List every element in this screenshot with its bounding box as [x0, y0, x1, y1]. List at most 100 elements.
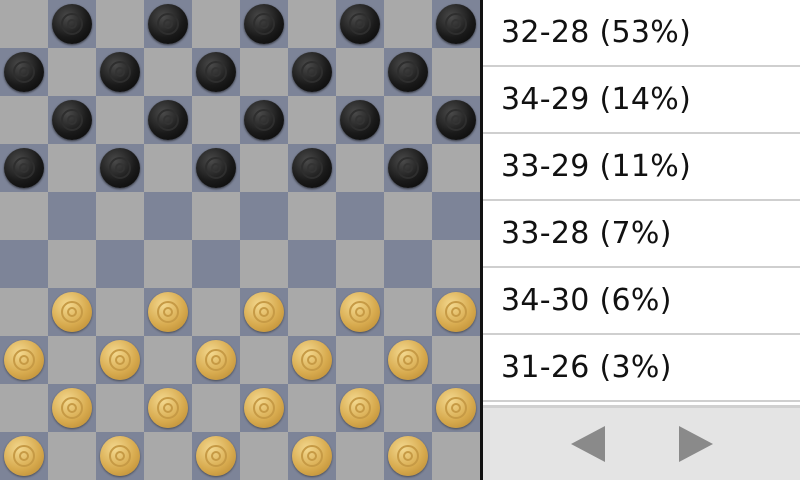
black-checker-piece[interactable] [244, 100, 284, 140]
next-button[interactable] [641, 408, 751, 480]
black-checker-piece[interactable] [340, 100, 380, 140]
dark-square[interactable] [192, 336, 240, 384]
move-item[interactable]: 33-28 (7%) [483, 201, 800, 268]
white-checker-piece[interactable] [436, 292, 476, 332]
black-checker-piece[interactable] [196, 52, 236, 92]
white-checker-piece[interactable] [100, 340, 140, 380]
dark-square[interactable] [192, 240, 240, 288]
black-checker-piece[interactable] [52, 100, 92, 140]
dark-square[interactable] [240, 0, 288, 48]
dark-square[interactable] [384, 48, 432, 96]
black-checker-piece[interactable] [100, 148, 140, 188]
dark-square[interactable] [384, 432, 432, 480]
black-checker-piece[interactable] [436, 100, 476, 140]
white-checker-piece[interactable] [196, 436, 236, 476]
dark-square[interactable] [48, 192, 96, 240]
move-item[interactable]: 32-28 (53%) [483, 0, 800, 67]
white-checker-piece[interactable] [52, 292, 92, 332]
dark-square[interactable] [96, 240, 144, 288]
black-checker-piece[interactable] [292, 148, 332, 188]
dark-square[interactable] [0, 144, 48, 192]
black-checker-piece[interactable] [292, 52, 332, 92]
white-checker-piece[interactable] [196, 340, 236, 380]
dark-square[interactable] [144, 288, 192, 336]
move-item[interactable]: 34-30 (6%) [483, 268, 800, 335]
dark-square[interactable] [432, 96, 480, 144]
black-checker-piece[interactable] [388, 52, 428, 92]
dark-square[interactable] [288, 48, 336, 96]
checkers-board[interactable] [0, 0, 480, 480]
dark-square[interactable] [48, 96, 96, 144]
dark-square[interactable] [240, 384, 288, 432]
white-checker-piece[interactable] [244, 292, 284, 332]
dark-square[interactable] [384, 144, 432, 192]
dark-square[interactable] [96, 48, 144, 96]
dark-square[interactable] [432, 384, 480, 432]
dark-square[interactable] [48, 384, 96, 432]
dark-square[interactable] [0, 432, 48, 480]
previous-button[interactable] [533, 408, 643, 480]
white-checker-piece[interactable] [100, 436, 140, 476]
dark-square[interactable] [144, 384, 192, 432]
move-item[interactable]: 34-29 (14%) [483, 67, 800, 134]
white-checker-piece[interactable] [292, 436, 332, 476]
dark-square[interactable] [144, 0, 192, 48]
white-checker-piece[interactable] [292, 340, 332, 380]
dark-square[interactable] [96, 336, 144, 384]
black-checker-piece[interactable] [148, 4, 188, 44]
dark-square[interactable] [336, 96, 384, 144]
dark-square[interactable] [96, 144, 144, 192]
dark-square[interactable] [288, 336, 336, 384]
white-checker-piece[interactable] [436, 388, 476, 428]
white-checker-piece[interactable] [244, 388, 284, 428]
black-checker-piece[interactable] [436, 4, 476, 44]
dark-square[interactable] [144, 192, 192, 240]
black-checker-piece[interactable] [4, 52, 44, 92]
dark-square[interactable] [192, 432, 240, 480]
white-checker-piece[interactable] [52, 388, 92, 428]
black-checker-piece[interactable] [100, 52, 140, 92]
black-checker-piece[interactable] [244, 4, 284, 44]
dark-square[interactable] [96, 432, 144, 480]
white-checker-piece[interactable] [4, 340, 44, 380]
dark-square[interactable] [288, 432, 336, 480]
dark-square[interactable] [384, 336, 432, 384]
dark-square[interactable] [432, 0, 480, 48]
dark-square[interactable] [384, 240, 432, 288]
black-checker-piece[interactable] [388, 148, 428, 188]
dark-square[interactable] [0, 240, 48, 288]
dark-square[interactable] [192, 144, 240, 192]
white-checker-piece[interactable] [340, 388, 380, 428]
dark-square[interactable] [240, 288, 288, 336]
black-checker-piece[interactable] [340, 4, 380, 44]
black-checker-piece[interactable] [52, 4, 92, 44]
dark-square[interactable] [432, 288, 480, 336]
white-checker-piece[interactable] [4, 436, 44, 476]
dark-square[interactable] [0, 48, 48, 96]
dark-square[interactable] [288, 240, 336, 288]
move-item[interactable]: 33-29 (11%) [483, 134, 800, 201]
dark-square[interactable] [432, 192, 480, 240]
white-checker-piece[interactable] [148, 388, 188, 428]
dark-square[interactable] [0, 336, 48, 384]
dark-square[interactable] [48, 0, 96, 48]
black-checker-piece[interactable] [148, 100, 188, 140]
dark-square[interactable] [144, 96, 192, 144]
dark-square[interactable] [240, 192, 288, 240]
black-checker-piece[interactable] [196, 148, 236, 188]
dark-square[interactable] [336, 384, 384, 432]
white-checker-piece[interactable] [388, 436, 428, 476]
dark-square[interactable] [48, 288, 96, 336]
dark-square[interactable] [336, 288, 384, 336]
dark-square[interactable] [240, 96, 288, 144]
white-checker-piece[interactable] [340, 292, 380, 332]
dark-square[interactable] [336, 192, 384, 240]
white-checker-piece[interactable] [388, 340, 428, 380]
black-checker-piece[interactable] [4, 148, 44, 188]
white-checker-piece[interactable] [148, 292, 188, 332]
dark-square[interactable] [336, 0, 384, 48]
move-suggestion-list[interactable]: 32-28 (53%) 34-29 (14%) 33-29 (11%) 33-2… [483, 0, 800, 402]
move-item[interactable]: 31-26 (3%) [483, 335, 800, 402]
dark-square[interactable] [288, 144, 336, 192]
dark-square[interactable] [192, 48, 240, 96]
